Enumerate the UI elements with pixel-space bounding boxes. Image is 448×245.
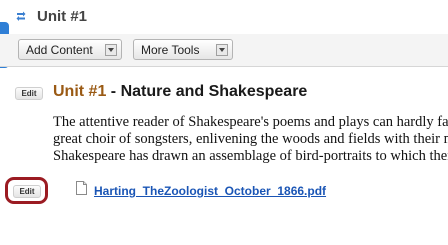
edit-file-button[interactable]: Edit xyxy=(13,185,41,198)
add-content-label: Add Content xyxy=(26,42,93,57)
unit-title: - Nature and Shakespeare xyxy=(106,83,308,100)
file-link[interactable]: Harting_TheZoologist_October_1866.pdf xyxy=(94,184,326,198)
unit-heading: Unit #1 - Nature and Shakespeare xyxy=(53,83,307,101)
edit-unit-button[interactable]: Edit xyxy=(15,87,43,100)
more-tools-button[interactable]: More Tools xyxy=(133,39,233,60)
unit-description: The attentive reader of Shakespeare's po… xyxy=(53,114,448,165)
toolbar: Add Content More Tools xyxy=(0,34,448,67)
more-tools-label: More Tools xyxy=(141,42,200,57)
add-content-button[interactable]: Add Content xyxy=(18,39,122,60)
chevron-down-icon xyxy=(105,43,117,56)
refresh-arrows-icon[interactable] xyxy=(15,10,27,22)
unit-number: Unit #1 xyxy=(53,83,107,100)
description-line: The attentive reader of Shakespeare's po… xyxy=(53,114,448,130)
page-header: Unit #1 xyxy=(0,0,448,35)
chevron-down-icon xyxy=(216,43,228,56)
document-icon xyxy=(76,181,87,195)
page-title: Unit #1 xyxy=(37,8,88,25)
description-line: Shakespeare has drawn an assemblage of b… xyxy=(53,148,448,164)
description-line: great choir of songsters, enlivening the… xyxy=(53,131,448,147)
